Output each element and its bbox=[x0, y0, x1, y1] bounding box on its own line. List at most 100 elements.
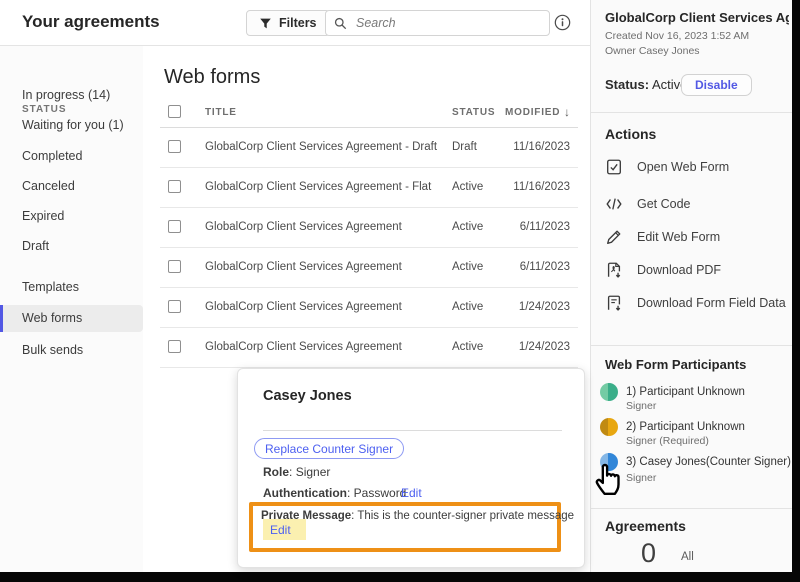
status-row: Status: Active bbox=[605, 77, 687, 92]
private-message-edit-highlight[interactable]: Edit bbox=[263, 519, 306, 540]
action-label: Download Form Field Data bbox=[637, 296, 786, 310]
row-title: GlobalCorp Client Services Agreement - D… bbox=[205, 141, 437, 153]
row-checkbox[interactable] bbox=[168, 260, 181, 273]
row-checkbox[interactable] bbox=[168, 140, 181, 153]
row-status: Active bbox=[452, 341, 483, 353]
select-all-checkbox[interactable] bbox=[168, 105, 181, 118]
participant-role: Signer bbox=[626, 472, 656, 484]
row-title: GlobalCorp Client Services Agreement bbox=[205, 261, 402, 273]
row-modified: 6/11/2023 bbox=[520, 261, 570, 273]
action-label: Open Web Form bbox=[637, 160, 729, 174]
participant-name[interactable]: 3) Casey Jones(Counter Signer) bbox=[626, 456, 791, 468]
participant-role: Signer (Required) bbox=[626, 435, 709, 447]
table-row[interactable]: GlobalCorp Client Services Agreement - F… bbox=[160, 168, 578, 208]
action-label: Edit Web Form bbox=[637, 230, 720, 244]
private-message-edit-link[interactable]: Edit bbox=[270, 523, 291, 537]
table-row[interactable]: GlobalCorp Client Services Agreement Act… bbox=[160, 328, 578, 368]
sidebar: STATUS In progress (14) Waiting for you … bbox=[0, 46, 143, 572]
agreement-title: GlobalCorp Client Services Agreement bbox=[605, 10, 789, 25]
popup-authentication-row: Authentication: Password bbox=[263, 486, 406, 500]
row-title: GlobalCorp Client Services Agreement bbox=[205, 341, 402, 353]
participant-popup: Casey Jones Replace Counter Signer Role:… bbox=[237, 368, 585, 568]
popup-divider bbox=[263, 430, 562, 431]
row-status: Active bbox=[452, 221, 483, 233]
private-message-row: Private Message: This is the counter-sig… bbox=[261, 510, 574, 522]
role-label: Role bbox=[263, 465, 289, 479]
webforms-heading: Web forms bbox=[164, 66, 260, 89]
participant-name[interactable]: 1) Participant Unknown bbox=[626, 386, 745, 398]
row-checkbox[interactable] bbox=[168, 180, 181, 193]
popup-role-row: Role: Signer bbox=[263, 465, 330, 479]
row-checkbox[interactable] bbox=[168, 340, 181, 353]
agreement-created: Created Nov 16, 2023 1:52 AM bbox=[605, 30, 749, 42]
page-title: Your agreements bbox=[22, 12, 160, 32]
top-header: Your agreements Filters bbox=[0, 0, 590, 45]
app-window: Your agreements Filters STATUS In progre bbox=[0, 0, 800, 582]
row-modified: 6/11/2023 bbox=[520, 221, 570, 233]
action-label: Get Code bbox=[637, 197, 691, 211]
row-status: Draft bbox=[452, 141, 477, 153]
row-status: Active bbox=[452, 261, 483, 273]
open-web-form-icon bbox=[605, 158, 623, 176]
sidebar-item-in-progress[interactable]: In progress (14) bbox=[0, 82, 143, 109]
row-title: GlobalCorp Client Services Agreement bbox=[205, 301, 402, 313]
table-row[interactable]: GlobalCorp Client Services Agreement Act… bbox=[160, 208, 578, 248]
action-get-code[interactable]: Get Code bbox=[605, 195, 691, 213]
table-row[interactable]: GlobalCorp Client Services Agreement Act… bbox=[160, 248, 578, 288]
sidebar-item-bulk-sends[interactable]: Bulk sends bbox=[0, 337, 143, 364]
authentication-edit-link[interactable]: Edit bbox=[401, 486, 422, 500]
participant-avatar-1[interactable] bbox=[600, 383, 618, 401]
filters-button[interactable]: Filters bbox=[246, 10, 330, 36]
row-checkbox[interactable] bbox=[168, 220, 181, 233]
replace-counter-signer-button[interactable]: Replace Counter Signer bbox=[254, 438, 404, 459]
participant-name[interactable]: 2) Participant Unknown bbox=[626, 421, 745, 433]
table-row[interactable]: GlobalCorp Client Services Agreement Act… bbox=[160, 288, 578, 328]
action-label: Download PDF bbox=[637, 263, 721, 277]
action-download-pdf[interactable]: Download PDF bbox=[605, 261, 721, 279]
panel-divider bbox=[591, 112, 793, 113]
participant-avatar-2[interactable] bbox=[600, 418, 618, 436]
action-download-form-field-data[interactable]: Download Form Field Data bbox=[605, 294, 786, 312]
actions-heading: Actions bbox=[605, 126, 656, 142]
private-message-callout: Private Message: This is the counter-sig… bbox=[249, 502, 561, 552]
window-edge-bottom bbox=[0, 572, 800, 582]
participants-heading: Web Form Participants bbox=[605, 357, 746, 372]
sidebar-item-canceled[interactable]: Canceled bbox=[0, 173, 143, 200]
column-header-modified[interactable]: MODIFIED bbox=[505, 107, 560, 118]
action-edit-web-form[interactable]: Edit Web Form bbox=[605, 228, 720, 246]
popup-participant-name: Casey Jones bbox=[263, 388, 352, 404]
disable-button[interactable]: Disable bbox=[681, 74, 752, 96]
sort-descending-icon[interactable]: ↓ bbox=[564, 105, 570, 119]
table-row[interactable]: GlobalCorp Client Services Agreement - D… bbox=[160, 128, 578, 168]
action-open-web-form[interactable]: Open Web Form bbox=[605, 158, 729, 176]
participant-avatar-3[interactable] bbox=[600, 453, 618, 471]
filters-button-label: Filters bbox=[279, 16, 317, 30]
search-box[interactable] bbox=[325, 10, 550, 36]
row-title: GlobalCorp Client Services Agreement - F… bbox=[205, 181, 431, 193]
agreements-heading: Agreements bbox=[605, 518, 686, 534]
sidebar-item-expired[interactable]: Expired bbox=[0, 203, 143, 230]
row-status: Active bbox=[452, 181, 483, 193]
column-header-status[interactable]: STATUS bbox=[452, 107, 495, 118]
sidebar-item-completed[interactable]: Completed bbox=[0, 143, 143, 170]
info-icon[interactable] bbox=[554, 14, 571, 31]
sidebar-item-templates[interactable]: Templates bbox=[0, 274, 143, 301]
table-header-row: TITLE STATUS MODIFIED ↓ bbox=[160, 101, 578, 128]
authentication-label: Authentication bbox=[263, 486, 347, 500]
sidebar-item-waiting-for-you[interactable]: Waiting for you (1) bbox=[0, 112, 143, 139]
window-edge-right bbox=[792, 0, 800, 582]
sidebar-item-draft[interactable]: Draft bbox=[0, 233, 143, 260]
search-icon bbox=[334, 17, 347, 30]
status-label: Status: bbox=[605, 77, 649, 92]
details-panel: GlobalCorp Client Services Agreement Cre… bbox=[590, 0, 792, 572]
row-checkbox[interactable] bbox=[168, 300, 181, 313]
row-modified: 1/24/2023 bbox=[519, 301, 570, 313]
sidebar-item-web-forms[interactable]: Web forms bbox=[0, 305, 143, 332]
search-input[interactable] bbox=[354, 15, 541, 31]
download-form-data-icon bbox=[605, 294, 623, 312]
row-title: GlobalCorp Client Services Agreement bbox=[205, 221, 402, 233]
panel-divider bbox=[591, 345, 793, 346]
column-header-title[interactable]: TITLE bbox=[205, 107, 237, 118]
agreements-all-label[interactable]: All bbox=[681, 551, 694, 563]
authentication-value: Password bbox=[354, 486, 407, 500]
